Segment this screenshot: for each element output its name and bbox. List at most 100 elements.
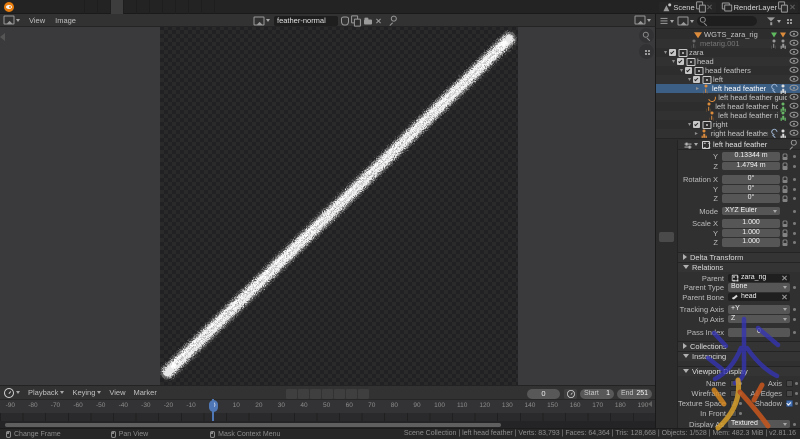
animate-dot[interactable] [793, 331, 796, 334]
playhead-line[interactable] [212, 399, 214, 421]
workspace-tab[interactable] [202, 0, 215, 14]
properties-tab-icon[interactable] [659, 274, 674, 284]
parent-bone-field[interactable]: head [728, 293, 790, 302]
panel-instancing[interactable]: Instancing [678, 351, 800, 361]
properties-tab-icon[interactable] [659, 316, 674, 326]
outliner-row[interactable]: left head feather hook [656, 102, 800, 111]
checkbox[interactable] [730, 400, 737, 407]
workspace-tab[interactable] [72, 0, 85, 14]
properties-tab-icon[interactable] [659, 260, 674, 270]
properties-tab-icon[interactable] [659, 162, 674, 172]
selectability-checkbox[interactable] [669, 49, 676, 56]
timeline-menu-item[interactable]: Playback [24, 385, 68, 400]
checkbox[interactable] [730, 390, 737, 397]
outliner-row[interactable]: WGTS_zara_rig [656, 30, 800, 39]
lock-icon[interactable] [780, 229, 790, 237]
unlink-scene-icon[interactable] [707, 4, 713, 10]
outliner-row[interactable]: ▾ head [656, 57, 800, 66]
checkbox[interactable] [786, 400, 793, 407]
timeline-ruler[interactable]: -90-80-70-60-50-40-30-20-100102030405060… [0, 400, 655, 413]
frame-end-field[interactable]: End 251 [617, 389, 652, 399]
checkbox[interactable] [730, 380, 737, 387]
preview-range-button[interactable] [564, 389, 577, 399]
animate-dot[interactable] [793, 286, 796, 289]
outliner-display-mode[interactable] [658, 17, 675, 25]
region-arrow-icon[interactable] [648, 401, 652, 407]
new-scene-icon[interactable] [697, 3, 705, 11]
properties-tab-icon[interactable] [659, 218, 674, 228]
animate-dot[interactable] [739, 382, 742, 385]
outliner-row[interactable]: ▸ right head feather [656, 129, 800, 138]
outliner-row[interactable]: left head feather guide [656, 93, 800, 102]
selectability-checkbox[interactable] [677, 58, 684, 65]
panel-collections[interactable]: Collections [678, 341, 800, 351]
number-field[interactable]: 1.000 [722, 229, 780, 238]
zoom-gizmo[interactable] [639, 28, 654, 43]
rotation-mode-dropdown[interactable]: XYZ Euler [722, 207, 780, 216]
timeline-tracks[interactable] [0, 413, 655, 421]
properties-tab-icon[interactable] [659, 302, 674, 312]
open-image-icon[interactable] [363, 17, 372, 25]
lock-icon[interactable] [780, 185, 790, 193]
eye-icon[interactable] [790, 129, 798, 139]
animate-dot[interactable] [795, 382, 798, 385]
properties-tab-icon[interactable] [659, 190, 674, 200]
scrollbar-thumb[interactable] [5, 423, 501, 427]
workspace-tab[interactable] [150, 0, 163, 14]
properties-tab-icon[interactable] [659, 288, 674, 298]
up-axis-dropdown[interactable]: Z [728, 315, 790, 324]
outliner-options-icon[interactable] [785, 17, 793, 25]
pin-icon[interactable] [388, 17, 396, 25]
frame-start-field[interactable]: Start 1 [580, 389, 614, 399]
transport-button[interactable] [322, 389, 333, 399]
outliner-row[interactable]: ▾ head feathers [656, 66, 800, 75]
workspace-tab[interactable] [85, 0, 98, 14]
checkbox[interactable] [786, 380, 793, 387]
tracking-axis-dropdown[interactable]: +Y [728, 305, 790, 314]
animate-dot[interactable] [793, 232, 796, 235]
display-channels-button[interactable] [635, 16, 651, 24]
animate-dot[interactable] [793, 318, 796, 321]
toolbar-expand-icon[interactable] [0, 33, 5, 41]
panel-relations[interactable]: Relations [678, 262, 800, 272]
new-image-icon[interactable] [352, 17, 360, 25]
pan-gizmo[interactable] [639, 44, 654, 59]
current-frame-field[interactable]: 0 [527, 389, 560, 399]
lock-icon[interactable] [780, 239, 790, 247]
timeline-scrollbar[interactable] [0, 421, 655, 428]
outliner-row[interactable]: ▾ left [656, 75, 800, 84]
lock-icon[interactable] [780, 195, 790, 203]
outliner-row[interactable]: ▾ zara [656, 48, 800, 57]
lock-icon[interactable] [780, 153, 790, 161]
number-field[interactable]: 1.000 [722, 219, 780, 228]
properties-type-button[interactable] [682, 140, 699, 149]
animate-dot[interactable] [793, 197, 796, 200]
animate-dot[interactable] [739, 402, 742, 405]
unlink-layer-icon[interactable] [789, 4, 795, 10]
view-menu[interactable]: View [24, 14, 50, 27]
expander-icon[interactable]: ▸ [694, 85, 701, 92]
checkbox[interactable] [730, 410, 737, 417]
workspace-tab[interactable] [98, 0, 111, 14]
new-layer-icon[interactable] [779, 3, 787, 11]
animate-dot[interactable] [739, 392, 742, 395]
image-name-field[interactable]: feather-normal [274, 16, 338, 26]
unlink-image-icon[interactable] [375, 18, 381, 24]
lock-icon[interactable] [780, 162, 790, 170]
animate-dot[interactable] [793, 210, 796, 213]
animate-dot[interactable] [793, 188, 796, 191]
outliner-row[interactable]: ▸ left head feather [656, 84, 800, 93]
transport-button[interactable] [298, 389, 309, 399]
animate-dot[interactable] [793, 178, 796, 181]
image-menu[interactable]: Image [50, 14, 81, 27]
number-field[interactable]: 0° [722, 185, 780, 194]
outliner-search-input[interactable] [697, 16, 757, 26]
expander-icon[interactable]: ▾ [662, 49, 669, 56]
pin-icon[interactable] [788, 141, 796, 149]
expander-icon[interactable]: ▾ [686, 121, 693, 128]
animate-dot[interactable] [795, 392, 798, 395]
selectability-checkbox[interactable] [693, 121, 700, 128]
render-layer-selector[interactable]: RenderLayer [720, 2, 798, 13]
animate-dot[interactable] [793, 222, 796, 225]
clear-bone-icon[interactable] [781, 294, 787, 300]
